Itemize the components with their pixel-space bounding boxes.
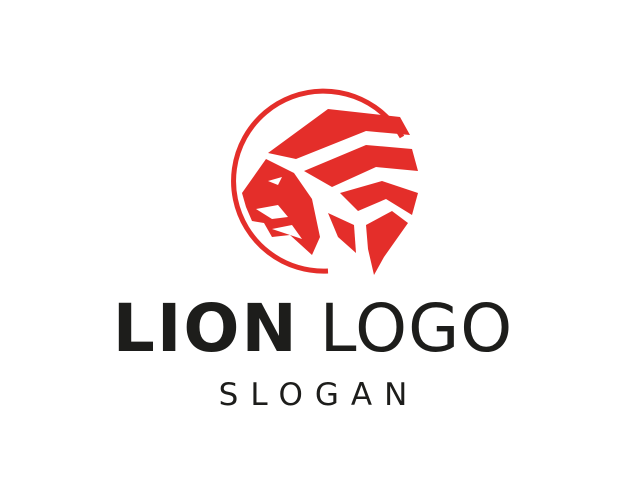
logo-title-part2: LOGO [319, 290, 514, 367]
logo-title-part1: LION [112, 290, 299, 367]
mane-strand [340, 181, 418, 215]
logo-title: LION LOGO [0, 292, 626, 366]
mane-strand [366, 211, 408, 275]
lion-head-icon [231, 88, 418, 275]
logo-slogan: SLOGAN [218, 377, 420, 413]
logo: LION LOGO SLOGAN [0, 0, 626, 484]
mane-strand [304, 145, 418, 187]
mane-strand [328, 213, 356, 253]
